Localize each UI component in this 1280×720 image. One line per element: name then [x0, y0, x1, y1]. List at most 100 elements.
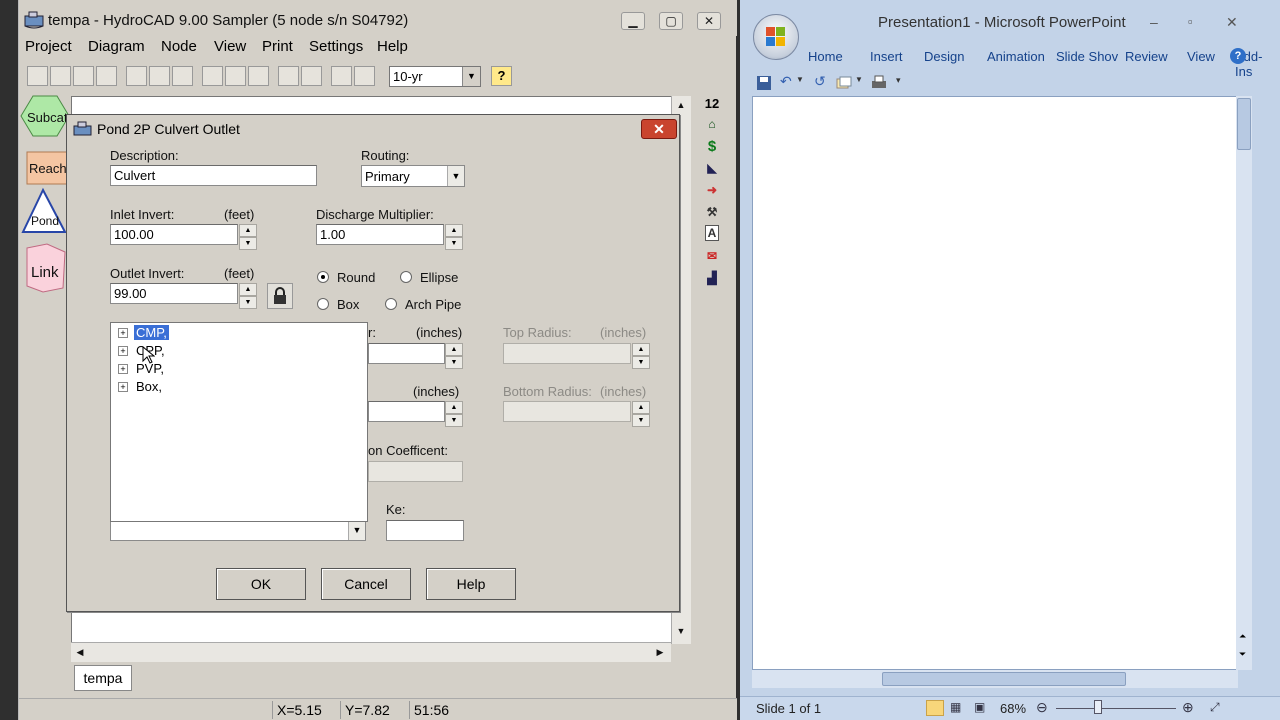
close-button[interactable]: ✕ — [697, 12, 721, 30]
menu-diagram[interactable]: Diagram — [88, 38, 145, 55]
diameter-input[interactable] — [368, 343, 445, 364]
top-radius-input[interactable] — [503, 343, 631, 364]
cancel-button[interactable]: Cancel — [321, 568, 411, 600]
expand-icon[interactable]: + — [118, 364, 128, 374]
bottom-radius-input[interactable] — [503, 401, 631, 422]
zoom-slider[interactable] — [1056, 708, 1176, 709]
shape-ellipse-label[interactable]: Ellipse — [420, 270, 458, 285]
zoom-in-icon[interactable]: ⊕ — [1182, 699, 1194, 716]
text-icon[interactable] — [202, 66, 223, 86]
zoom-level[interactable]: 68% — [1000, 701, 1026, 716]
report-icon[interactable] — [248, 66, 269, 86]
help-button[interactable]: Help — [426, 568, 516, 600]
expand-icon[interactable]: + — [118, 382, 128, 392]
pp-minimize-button[interactable]: – — [1150, 14, 1158, 30]
zoom-in-icon[interactable] — [27, 66, 48, 86]
undo-dropdown-icon[interactable]: ▼ — [796, 75, 804, 84]
pp-hscroll-thumb[interactable] — [882, 672, 1126, 686]
tab-home[interactable]: Home — [808, 49, 843, 64]
delete-icon[interactable] — [149, 66, 170, 86]
menu-node[interactable]: Node — [161, 38, 197, 55]
top-radius-stepper[interactable]: ▲ ▼ — [632, 343, 650, 369]
tools-icon[interactable]: ⚒ — [702, 203, 722, 222]
pp-horizontal-scrollbar[interactable] — [752, 670, 1238, 688]
print-preview-icon[interactable] — [301, 66, 322, 86]
discharge-multiplier-input[interactable]: 1.00 — [316, 224, 444, 245]
shape-ellipse-radio[interactable] — [400, 271, 412, 283]
find-icon[interactable] — [126, 66, 147, 86]
inlet-invert-stepper[interactable]: ▲ ▼ — [239, 224, 257, 250]
shape-arch-radio[interactable] — [385, 298, 397, 310]
inlet-invert-input[interactable]: 100.00 — [110, 224, 238, 245]
house-icon[interactable]: ⌂ — [702, 115, 722, 134]
numbering-icon[interactable]: 12 — [702, 94, 722, 113]
routing-select[interactable]: Primary ▼ — [361, 165, 465, 187]
menu-help[interactable]: Help — [377, 38, 408, 55]
help-icon[interactable]: ? — [1230, 48, 1246, 64]
description-input[interactable]: Culvert — [110, 165, 317, 186]
discharge-multiplier-stepper[interactable]: ▲ ▼ — [445, 224, 463, 250]
zoom-out-icon[interactable] — [50, 66, 71, 86]
tab-review[interactable]: Review — [1125, 49, 1168, 64]
new-slide-dropdown-icon[interactable]: ▼ — [855, 75, 863, 84]
save-icon[interactable] — [756, 75, 772, 91]
shape-round-label[interactable]: Round — [337, 270, 375, 285]
tab-insert[interactable]: Insert — [870, 49, 903, 64]
expand-icon[interactable]: + — [118, 328, 128, 338]
pp-close-button[interactable]: ✕ — [1226, 14, 1238, 31]
customize-qat-icon[interactable]: ▾ — [896, 75, 901, 86]
prev-slide-icon[interactable]: ⏶ — [1239, 631, 1246, 642]
menu-view[interactable]: View — [214, 38, 246, 55]
slide-sorter-icon[interactable]: ▦ — [950, 700, 961, 714]
lock-button[interactable] — [267, 283, 293, 309]
text-a-icon[interactable]: A — [705, 225, 719, 241]
dialog-close-button[interactable]: ✕ — [641, 119, 677, 139]
export-icon[interactable]: ➜ — [702, 181, 722, 200]
culvert-type-tree[interactable]: + CMP, + CPP, + PVP, + Box, — [110, 322, 368, 522]
profile-icon[interactable]: ◣ — [702, 159, 722, 178]
horizontal-scrollbar[interactable]: ◀ ▶ — [71, 642, 671, 662]
shape-arch-label[interactable]: Arch Pipe — [405, 297, 461, 312]
zoom-fit-icon[interactable] — [73, 66, 94, 86]
menu-print[interactable]: Print — [262, 38, 293, 55]
shape-round-radio[interactable] — [317, 271, 329, 283]
tab-design[interactable]: Design — [924, 49, 964, 64]
scroll-up-icon[interactable]: ▲ — [672, 96, 690, 114]
material-select[interactable]: ▼ — [110, 519, 366, 541]
diameter-stepper[interactable]: ▲ ▼ — [445, 343, 463, 369]
ok-button[interactable]: OK — [216, 568, 306, 600]
mail-icon[interactable]: ✉ — [702, 247, 722, 266]
width-stepper[interactable]: ▲ ▼ — [445, 401, 463, 427]
print-icon[interactable] — [278, 66, 299, 86]
tab-slide-show[interactable]: Slide Shov — [1056, 49, 1118, 64]
pp-scroll-thumb[interactable] — [1237, 98, 1251, 150]
maximize-button[interactable]: ▢ — [659, 12, 683, 30]
outlet-invert-stepper[interactable]: ▲ ▼ — [239, 283, 257, 309]
next-slide-icon[interactable]: ⏷ — [1239, 649, 1246, 660]
zoom-slider-handle[interactable] — [1094, 700, 1102, 714]
outlet-invert-input[interactable]: 99.00 — [110, 283, 238, 304]
chart-icon[interactable]: ▟ — [702, 269, 722, 288]
pp-vertical-scrollbar[interactable]: ⏶ ⏷ — [1236, 96, 1252, 670]
new-slide-icon[interactable] — [836, 76, 852, 90]
help-question-button[interactable]: ? — [491, 66, 512, 86]
scroll-right-icon[interactable]: ▶ — [651, 643, 669, 661]
quick-print-icon[interactable] — [870, 75, 888, 91]
undo-icon[interactable]: ↶ — [780, 73, 792, 90]
sheet-tab-tempa[interactable]: tempa — [74, 665, 132, 691]
properties-icon[interactable] — [172, 66, 193, 86]
fit-to-window-icon[interactable]: ⤢ — [1210, 700, 1220, 715]
storm-select[interactable]: 10-yr ▼ — [389, 66, 481, 87]
normal-view-icon[interactable] — [926, 700, 944, 716]
slide-canvas[interactable] — [752, 96, 1240, 670]
office-button[interactable] — [753, 14, 799, 60]
redo-icon[interactable]: ↺ — [814, 73, 826, 90]
tab-view[interactable]: View — [1187, 49, 1215, 64]
slide-show-icon[interactable]: ▣ — [974, 700, 985, 714]
scroll-down-icon[interactable]: ▼ — [672, 622, 690, 640]
calc-icon[interactable] — [331, 66, 352, 86]
scroll-left-icon[interactable]: ◀ — [71, 643, 89, 661]
width-input[interactable] — [368, 401, 445, 422]
menu-project[interactable]: Project — [25, 38, 72, 55]
shape-box-label[interactable]: Box — [337, 297, 359, 312]
